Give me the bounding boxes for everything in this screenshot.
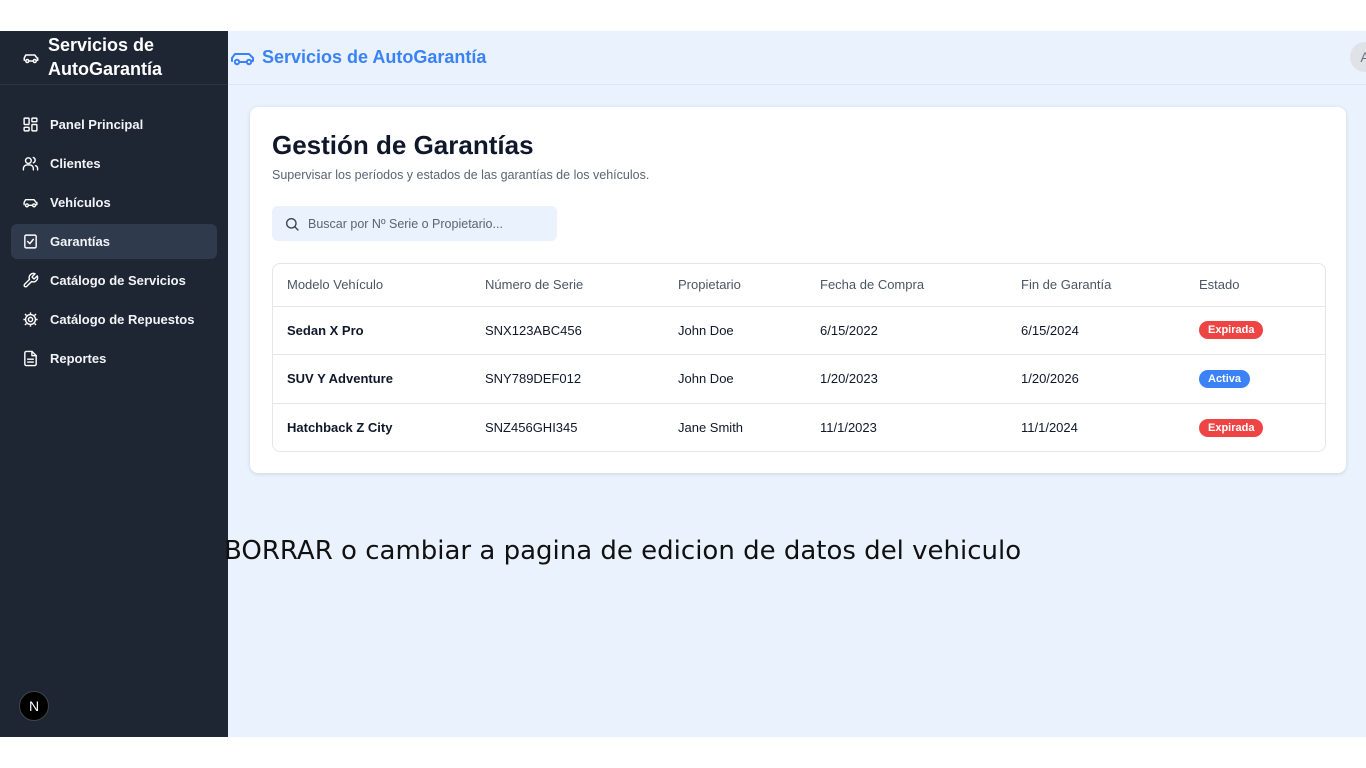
sidebar-item-label: Panel Principal	[50, 117, 144, 132]
search-box[interactable]	[272, 206, 557, 241]
main-area: Servicios de AutoGarantía A Gestión de G…	[224, 31, 1366, 737]
cell-serial: SNX123ABC456	[471, 306, 664, 355]
sidebar-item-garantias[interactable]: Garantías	[11, 224, 217, 259]
cell-status: Activa	[1185, 354, 1325, 404]
cell-status: Expirada	[1185, 306, 1325, 355]
cell-owner: John Doe	[664, 306, 806, 355]
status-badge: Expirada	[1199, 418, 1264, 437]
sidebar-title: Servicios de AutoGarantía	[48, 34, 163, 79]
top-bar: Servicios de AutoGarantía A	[228, 31, 1366, 85]
cell-warranty-end: 11/1/2024	[1021, 420, 1078, 435]
cell-model: Hatchback Z City	[287, 420, 393, 435]
search-input[interactable]	[308, 216, 548, 231]
table-header-row: Modelo Vehículo Número de Serie Propieta…	[273, 264, 1325, 307]
sidebar-item-panel-principal[interactable]: Panel Principal	[11, 107, 217, 142]
status-badge: Expirada	[1199, 321, 1264, 340]
app-frame: Servicios de AutoGarantía Panel Principa…	[0, 31, 1366, 737]
column-header-owner[interactable]: Propietario	[664, 264, 806, 307]
cell-purchase-date: 6/15/2022	[806, 306, 1007, 355]
table-row[interactable]: Sedan X Pro SNX123ABC456 John Doe 6/15/2…	[273, 306, 1325, 355]
car-icon	[23, 53, 39, 63]
column-header-serial[interactable]: Número de Serie	[471, 264, 664, 307]
page-subtitle: Supervisar los períodos y estados de las…	[272, 168, 650, 182]
search-icon	[286, 217, 299, 231]
sidebar-header[interactable]: Servicios de AutoGarantía	[0, 31, 228, 85]
cell-serial: SNZ456GHI345	[485, 420, 578, 435]
dev-indicator-badge[interactable]: N	[19, 691, 49, 721]
cell-model: SUV Y Adventure	[273, 354, 471, 404]
checklist-icon	[24, 234, 37, 249]
sidebar-item-label: Catálogo de Repuestos	[50, 312, 195, 327]
column-header-warranty-end[interactable]: Fin de Garantía	[1007, 264, 1185, 307]
document-icon	[24, 350, 37, 367]
annotation-note: BORRAR o cambiar a pagina de edicion de …	[224, 536, 1022, 566]
app-title[interactable]: Servicios de AutoGarantía	[262, 47, 486, 68]
cell-purchase-date: 1/20/2023	[806, 354, 1007, 404]
column-header-model[interactable]: Modelo Vehículo	[273, 264, 471, 307]
sidebar-item-catalogo-servicios[interactable]: Catálogo de Servicios	[11, 263, 217, 298]
column-header-purchase-date[interactable]: Fecha de Compra	[806, 264, 1007, 307]
users-icon	[22, 156, 39, 171]
wrench-icon	[23, 272, 39, 288]
dashboard-icon	[23, 117, 38, 132]
sidebar: Servicios de AutoGarantía Panel Principa…	[0, 31, 228, 737]
column-header-status[interactable]: Estado	[1185, 264, 1325, 307]
table-row[interactable]: SUV Y Adventure SNY789DEF012 John Doe 1/…	[273, 354, 1325, 404]
cell-serial: SNY789DEF012	[471, 354, 664, 404]
cell-owner: Jane Smith	[678, 420, 744, 435]
sidebar-item-label: Clientes	[50, 156, 101, 171]
status-badge: Activa	[1199, 369, 1251, 388]
sidebar-item-reportes[interactable]: Reportes	[11, 341, 217, 376]
sidebar-item-label: Reportes	[50, 351, 107, 366]
page-title: Gestión de Garantías	[272, 130, 534, 160]
sidebar-nav: Panel Principal Clientes Vehículos Garan…	[0, 85, 228, 376]
cell-purchase-date: 11/1/2023	[820, 420, 877, 435]
table-row[interactable]: Hatchback Z City SNZ456GHI345 Jane Smith…	[273, 403, 1325, 451]
sidebar-item-label: Vehículos	[50, 195, 111, 210]
cell-status: Expirada	[1185, 403, 1325, 451]
sidebar-item-clientes[interactable]: Clientes	[11, 146, 217, 181]
sidebar-item-vehiculos[interactable]: Vehículos	[11, 185, 217, 220]
avatar[interactable]: A	[1350, 42, 1366, 72]
gear-icon	[23, 312, 38, 327]
cell-model: Sedan X Pro	[273, 306, 471, 355]
sidebar-item-label: Garantías	[50, 234, 110, 249]
cell-warranty-end: 6/15/2024	[1007, 306, 1185, 355]
cell-warranty-end: 1/20/2026	[1007, 354, 1185, 404]
warranties-card: Gestión de Garantías Supervisar los perí…	[250, 107, 1346, 473]
car-icon	[23, 198, 38, 208]
sidebar-item-label: Catálogo de Servicios	[50, 273, 186, 288]
cell-owner: John Doe	[664, 354, 806, 404]
car-icon	[231, 52, 254, 65]
warranties-table: Modelo Vehículo Número de Serie Propieta…	[272, 263, 1326, 452]
sidebar-item-catalogo-repuestos[interactable]: Catálogo de Repuestos	[11, 302, 217, 337]
